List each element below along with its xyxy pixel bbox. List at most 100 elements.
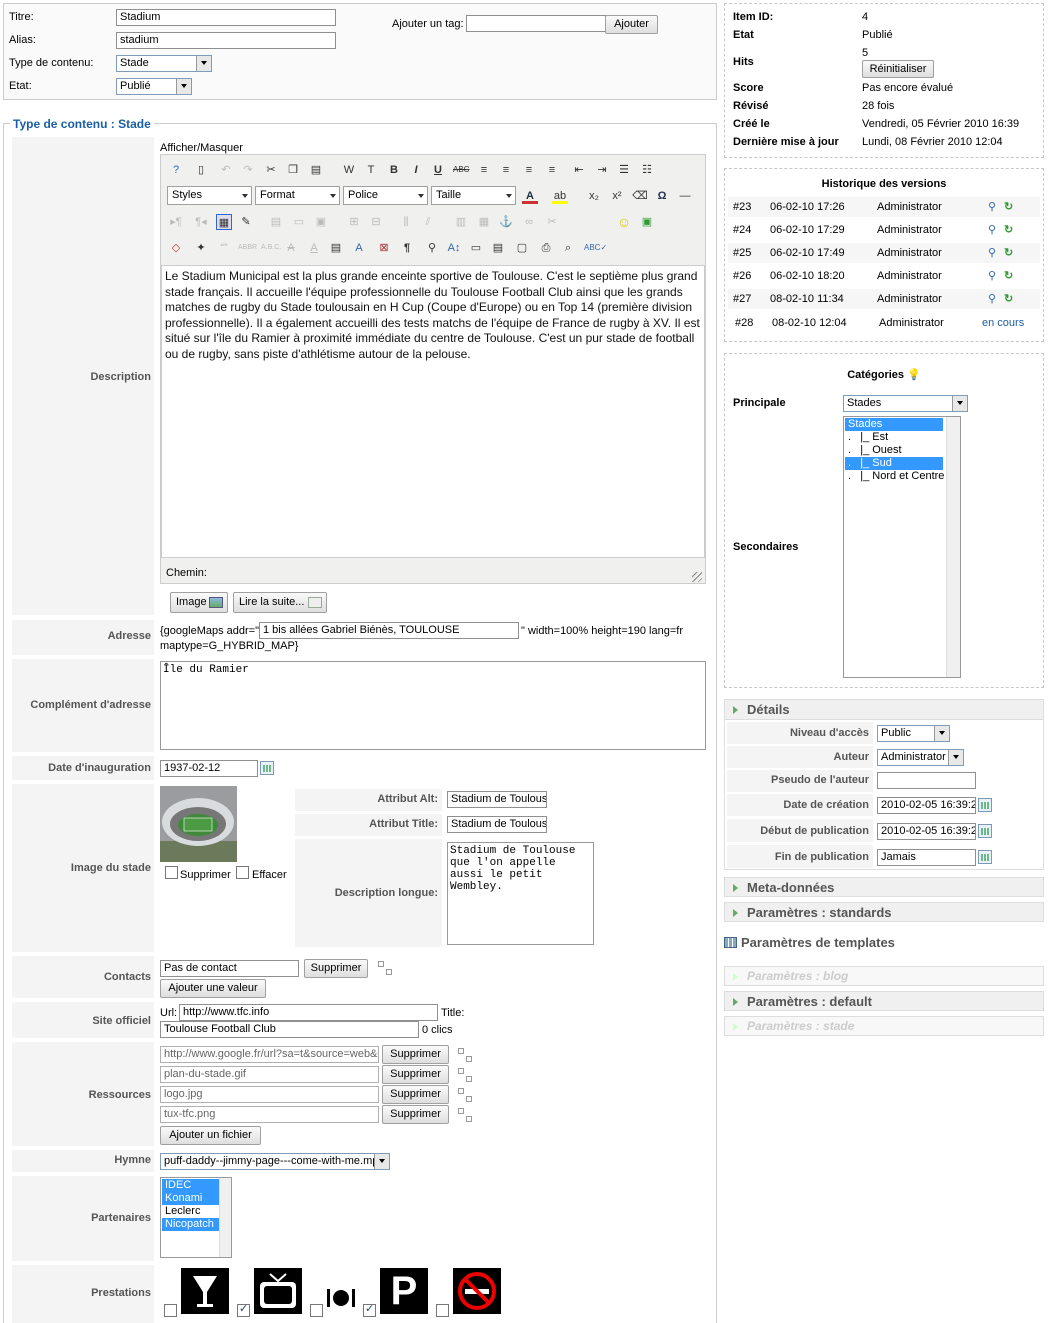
secondaires-listbox[interactable]: Stades . |_ Est . |_ Ouest . |_ Sud . |_… xyxy=(843,416,961,678)
details-panel-header[interactable]: Détails xyxy=(724,699,1044,720)
delete-row-icon[interactable]: ⊟ xyxy=(368,214,384,230)
pseudo-input[interactable] xyxy=(877,772,976,789)
attributes-icon[interactable]: ▤ xyxy=(328,240,344,256)
ressource-delete-button[interactable]: Supprimer xyxy=(382,1065,449,1084)
restore-icon[interactable]: ↻ xyxy=(1004,246,1013,259)
cell-props-icon[interactable]: ▣ xyxy=(313,214,329,230)
preview-icon[interactable]: ⚲ xyxy=(988,223,996,236)
drag-handle-icon[interactable] xyxy=(458,1068,472,1082)
taille-dropdown[interactable]: Taille xyxy=(431,186,516,205)
longdesc-textarea[interactable]: Stadium de Toulouse que l'on appelle aus… xyxy=(447,842,594,945)
cite-icon[interactable]: “” xyxy=(216,240,232,256)
nonbreaking-icon[interactable]: A xyxy=(351,240,367,256)
anchor-icon[interactable]: ⚓ xyxy=(498,214,514,230)
creation-input[interactable]: 2010-02-05 16:39:2 xyxy=(877,797,976,814)
preview-icon[interactable]: ⚲ xyxy=(988,292,996,305)
bold-icon[interactable]: B xyxy=(386,162,402,178)
template-icon[interactable]: ▤ xyxy=(490,240,506,256)
etat-select[interactable]: Publié xyxy=(116,78,192,95)
category-option[interactable]: Stades xyxy=(845,418,943,431)
resize-handle-icon[interactable] xyxy=(692,572,702,582)
calendar-icon[interactable] xyxy=(978,824,992,838)
contact-input[interactable]: Pas de contact xyxy=(160,960,299,977)
restore-icon[interactable]: ↻ xyxy=(1004,223,1013,236)
align-center-icon[interactable]: ≡ xyxy=(498,162,514,178)
scrollbar[interactable] xyxy=(946,417,960,677)
copy-icon[interactable]: ❐ xyxy=(285,162,301,178)
prestation-nosmoking-checkbox[interactable] xyxy=(436,1304,449,1317)
del-icon[interactable]: A xyxy=(283,240,299,256)
bullet-list-icon[interactable]: ☰ xyxy=(616,162,632,178)
drag-handle-icon[interactable] xyxy=(378,961,392,975)
image-button[interactable]: Image xyxy=(170,592,228,613)
blog-panel-header[interactable]: Paramètres : blog xyxy=(724,966,1044,986)
restore-icon[interactable]: ↻ xyxy=(1004,200,1013,213)
default-panel-header[interactable]: Paramètres : default xyxy=(724,991,1044,1011)
url-input[interactable]: http://www.tfc.info xyxy=(179,1004,438,1021)
drag-handle-icon[interactable] xyxy=(458,1048,472,1062)
hymne-select[interactable]: puff-daddy--jimmy-page---come-with-me.mp… xyxy=(160,1153,390,1170)
eraser-icon[interactable]: ⌫ xyxy=(632,188,648,204)
ressource-delete-button[interactable]: Supprimer xyxy=(382,1105,449,1124)
prestation-tv-checkbox[interactable] xyxy=(237,1302,250,1317)
contact-delete-button[interactable]: Supprimer xyxy=(304,959,368,978)
superscript-icon[interactable]: x² xyxy=(609,188,625,204)
titre-input[interactable]: Stadium xyxy=(116,9,336,26)
ressource-input[interactable]: plan-du-stade.gif xyxy=(160,1066,379,1083)
ins-icon[interactable]: A xyxy=(306,240,322,256)
paste-text-icon[interactable]: T xyxy=(363,162,379,178)
calendar-icon[interactable] xyxy=(260,761,274,775)
replace-icon[interactable]: A↕ xyxy=(446,240,462,256)
ressource-input[interactable]: tux-tfc.png xyxy=(160,1106,379,1123)
ressource-input[interactable]: http://www.google.fr/url?sa=t&source=web… xyxy=(160,1046,379,1063)
complement-textarea[interactable]: Île du Ramier xyxy=(160,661,706,750)
align-left-icon[interactable]: ≡ xyxy=(476,162,492,178)
pagebreak-icon[interactable]: ⊠ xyxy=(376,240,392,256)
indent-icon[interactable]: ⇥ xyxy=(594,162,610,178)
numbered-list-icon[interactable]: ☷ xyxy=(639,162,655,178)
ressource-delete-button[interactable]: Supprimer xyxy=(382,1085,449,1104)
styles-dropdown[interactable]: Styles xyxy=(167,186,252,205)
drag-handle-icon[interactable] xyxy=(458,1108,472,1122)
cut-icon[interactable]: ✂ xyxy=(263,162,279,178)
align-right-icon[interactable]: ≡ xyxy=(521,162,537,178)
highlight-color-icon[interactable]: ab xyxy=(552,188,568,204)
find-icon[interactable]: ⚲ xyxy=(424,240,440,256)
stade-panel-header[interactable]: Paramètres : stade xyxy=(724,1016,1044,1036)
pilcrow-icon[interactable]: ¶ xyxy=(399,240,415,256)
new-document-icon[interactable]: ▯ xyxy=(193,162,209,178)
partenaires-listbox[interactable]: IDEC Konami Leclerc Nicopatch xyxy=(160,1177,232,1258)
tag-input[interactable] xyxy=(466,15,606,32)
type-select[interactable]: Stade xyxy=(116,55,212,72)
ressource-input[interactable]: logo.jpg xyxy=(160,1086,379,1103)
format-dropdown[interactable]: Format xyxy=(255,186,340,205)
italic-icon[interactable]: I xyxy=(408,162,424,178)
alias-input[interactable]: stadium xyxy=(116,32,336,49)
acronym-icon[interactable]: A.B.C. xyxy=(261,240,281,256)
ressource-delete-button[interactable]: Supprimer xyxy=(382,1045,449,1064)
cleanup-icon[interactable]: ✦ xyxy=(193,240,209,256)
category-option[interactable]: . |_ Ouest xyxy=(845,444,959,457)
redo-icon[interactable]: ↷ xyxy=(240,162,256,178)
toggle-editor-link[interactable]: Afficher/Masquer xyxy=(160,142,243,154)
category-option[interactable]: . |_ Sud xyxy=(845,457,943,470)
help-icon[interactable]: ? xyxy=(168,162,184,178)
police-dropdown[interactable]: Police xyxy=(343,186,428,205)
standards-panel-header[interactable]: Paramètres : standards xyxy=(724,902,1044,922)
spellcheck-icon[interactable]: ABC✓ xyxy=(584,240,607,256)
outdent-icon[interactable]: ⇤ xyxy=(571,162,587,178)
paste-word-icon[interactable]: W xyxy=(341,162,357,178)
preview-icon[interactable]: ⚲ xyxy=(988,200,996,213)
delete-col-icon[interactable]: ⫽ xyxy=(420,214,436,230)
auteur-select[interactable]: Administrator xyxy=(877,749,964,766)
meta-panel-header[interactable]: Meta-données xyxy=(724,877,1044,897)
print-icon[interactable]: ⎙ xyxy=(538,240,554,256)
add-value-button[interactable]: Ajouter une valeur xyxy=(160,979,266,998)
paste-icon[interactable]: ▤ xyxy=(308,162,324,178)
horizontal-rule-icon[interactable]: — xyxy=(677,188,693,204)
prestation-restaurant-checkbox[interactable] xyxy=(310,1304,323,1317)
layer-icon[interactable]: ▭ xyxy=(468,240,484,256)
subscript-icon[interactable]: x₂ xyxy=(586,188,602,204)
undo-icon[interactable]: ↶ xyxy=(218,162,234,178)
fin-input[interactable]: Jamais xyxy=(877,849,976,866)
